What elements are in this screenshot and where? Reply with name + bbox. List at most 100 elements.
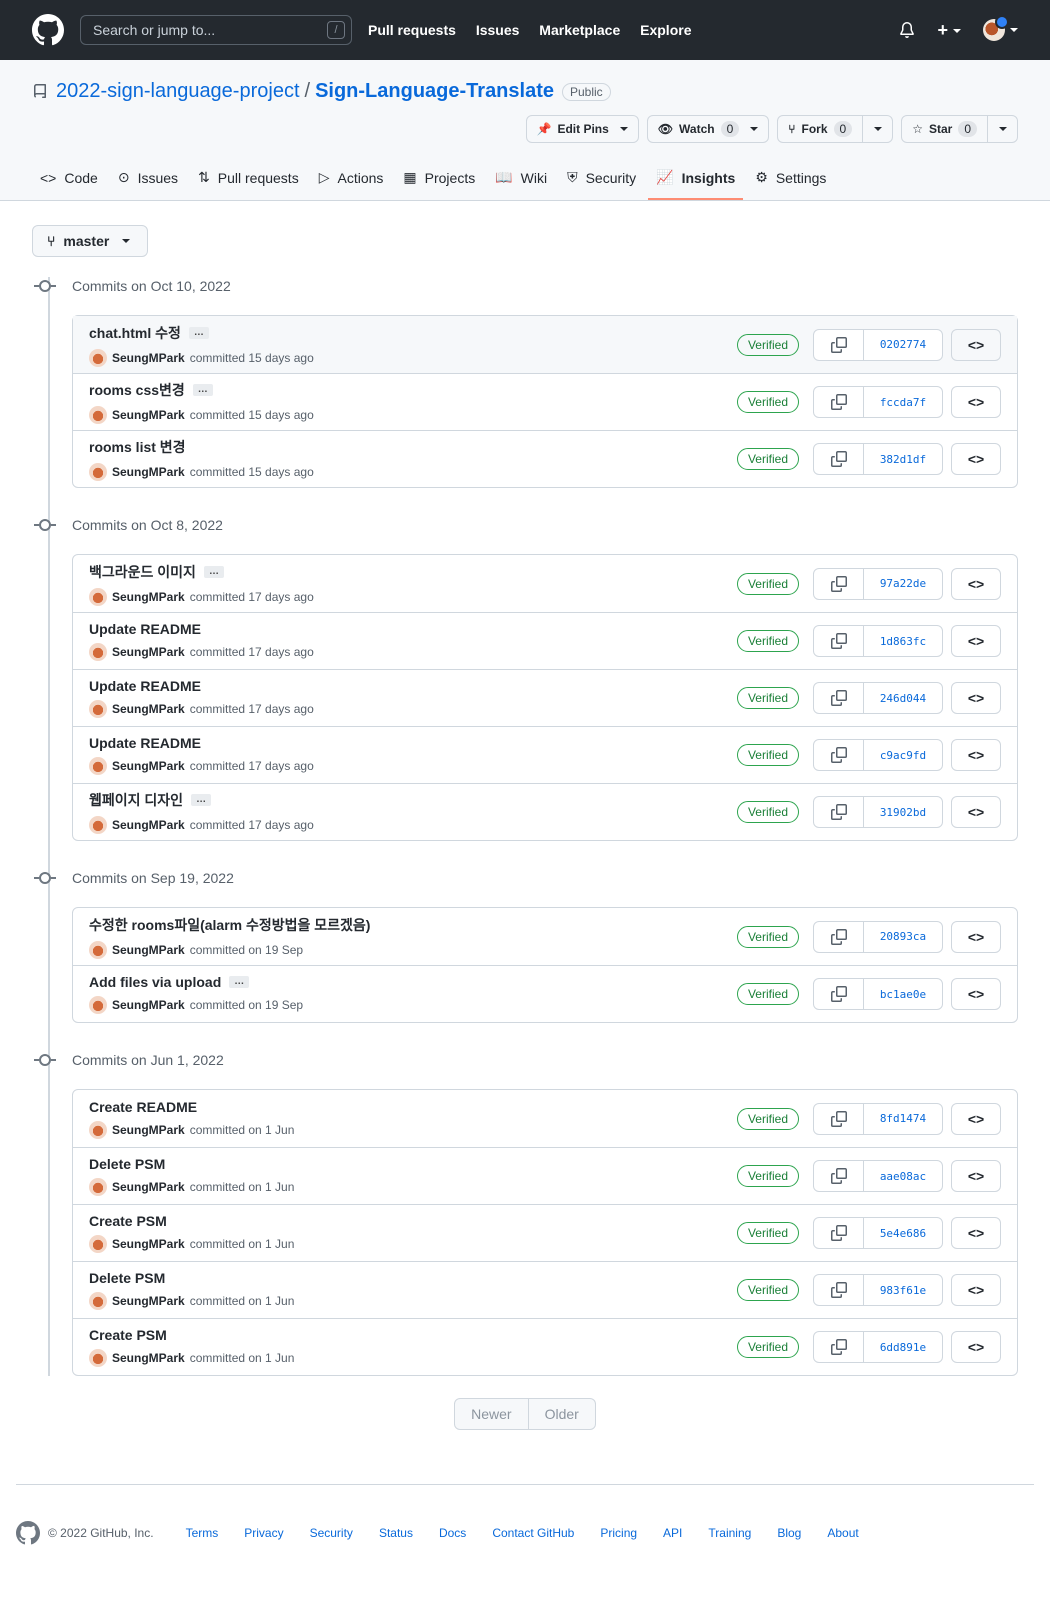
author-avatar[interactable] bbox=[89, 406, 107, 424]
commit-author-link[interactable]: SeungMPark bbox=[112, 1180, 185, 1194]
commit-message-link[interactable]: rooms css변경 bbox=[89, 380, 185, 400]
expand-message-button[interactable]: … bbox=[188, 326, 209, 339]
verified-badge[interactable]: Verified bbox=[736, 687, 799, 709]
commit-sha-link[interactable]: 382d1df bbox=[864, 444, 942, 474]
repo-owner-link[interactable]: 2022-sign-language-project bbox=[56, 80, 300, 103]
browse-repo-button[interactable]: <> bbox=[951, 739, 1001, 771]
tab-projects[interactable]: ▦ Projects bbox=[395, 161, 483, 200]
commit-author-link[interactable]: SeungMPark bbox=[112, 1351, 185, 1365]
commit-message-link[interactable]: rooms list 변경 bbox=[89, 437, 186, 457]
verified-badge[interactable]: Verified bbox=[736, 448, 799, 470]
author-avatar[interactable] bbox=[89, 463, 107, 481]
copy-sha-button[interactable] bbox=[814, 387, 864, 417]
verified-badge[interactable]: Verified bbox=[736, 925, 799, 948]
commit-sha-link[interactable]: 97a22de bbox=[864, 569, 942, 599]
commit-author-link[interactable]: SeungMPark bbox=[112, 351, 185, 365]
edit-pins-button[interactable]: 📌 Edit Pins bbox=[525, 115, 639, 143]
author-avatar[interactable] bbox=[89, 1292, 107, 1310]
browse-repo-button[interactable]: <> bbox=[951, 796, 1001, 828]
verified-badge[interactable]: Verified bbox=[736, 1165, 799, 1187]
footer-link-status[interactable]: Status bbox=[379, 1526, 413, 1540]
verified-badge[interactable]: Verified bbox=[736, 744, 799, 766]
commit-sha-link[interactable]: fccda7f bbox=[864, 387, 942, 417]
commit-message-link[interactable]: chat.html 수정 bbox=[89, 323, 181, 343]
browse-repo-button[interactable]: <> bbox=[951, 328, 1001, 361]
bell-icon[interactable] bbox=[899, 22, 915, 38]
commit-sha-link[interactable]: 20893ca bbox=[864, 922, 942, 952]
verified-badge[interactable]: Verified bbox=[736, 1279, 799, 1301]
footer-link-training[interactable]: Training bbox=[708, 1526, 751, 1540]
author-avatar[interactable] bbox=[89, 643, 107, 661]
commit-message-link[interactable]: Create README bbox=[89, 1099, 197, 1115]
verified-badge[interactable]: Verified bbox=[736, 333, 799, 356]
copy-sha-button[interactable] bbox=[814, 1332, 864, 1362]
verified-badge[interactable]: Verified bbox=[736, 1107, 799, 1130]
footer-link-contact-github[interactable]: Contact GitHub bbox=[492, 1526, 574, 1540]
commit-sha-link[interactable]: 8fd1474 bbox=[864, 1104, 942, 1134]
commit-message-link[interactable]: Create PSM bbox=[89, 1327, 167, 1343]
commit-author-link[interactable]: SeungMPark bbox=[112, 702, 185, 716]
copy-sha-button[interactable] bbox=[814, 683, 864, 713]
verified-badge[interactable]: Verified bbox=[736, 391, 799, 413]
verified-badge[interactable]: Verified bbox=[736, 1222, 799, 1244]
footer-link-about[interactable]: About bbox=[827, 1526, 858, 1540]
author-avatar[interactable] bbox=[89, 587, 107, 606]
nav-marketplace[interactable]: Marketplace bbox=[539, 22, 620, 38]
browse-repo-button[interactable]: <> bbox=[951, 625, 1001, 657]
expand-message-button[interactable]: … bbox=[191, 794, 212, 806]
older-button[interactable]: Older bbox=[528, 1398, 596, 1430]
footer-link-api[interactable]: API bbox=[663, 1526, 682, 1540]
commit-sha-link[interactable]: 1d863fc bbox=[864, 626, 942, 656]
verified-badge[interactable]: Verified bbox=[736, 983, 799, 1005]
expand-message-button[interactable]: … bbox=[229, 976, 250, 988]
tab-settings[interactable]: ⚙ Settings bbox=[747, 161, 834, 200]
browse-repo-button[interactable]: <> bbox=[951, 567, 1001, 600]
newer-button[interactable]: Newer bbox=[454, 1398, 529, 1430]
commit-message-link[interactable]: 웹페이지 디자인 bbox=[89, 790, 183, 810]
commit-author-link[interactable]: SeungMPark bbox=[112, 1123, 185, 1137]
commit-author-link[interactable]: SeungMPark bbox=[112, 590, 185, 604]
copy-sha-button[interactable] bbox=[814, 797, 864, 827]
tab-wiki[interactable]: 📖 Wiki bbox=[487, 161, 555, 200]
verified-badge[interactable]: Verified bbox=[736, 572, 799, 595]
author-avatar[interactable] bbox=[89, 996, 107, 1014]
author-avatar[interactable] bbox=[89, 700, 107, 718]
expand-message-button[interactable]: … bbox=[192, 384, 213, 396]
browse-repo-button[interactable]: <> bbox=[951, 978, 1001, 1010]
commit-message-link[interactable]: 수정한 rooms파일(alarm 수정방법을 모르겠음) bbox=[89, 915, 370, 935]
copy-sha-button[interactable] bbox=[814, 444, 864, 474]
commit-author-link[interactable]: SeungMPark bbox=[112, 645, 185, 659]
commit-sha-link[interactable]: bc1ae0e bbox=[864, 979, 942, 1009]
copy-sha-button[interactable] bbox=[814, 1218, 864, 1248]
fork-button[interactable]: ⑂ Fork 0 bbox=[777, 115, 894, 143]
copy-sha-button[interactable] bbox=[814, 568, 864, 599]
browse-repo-button[interactable]: <> bbox=[951, 920, 1001, 953]
browse-repo-button[interactable]: <> bbox=[951, 682, 1001, 714]
commit-author-link[interactable]: SeungMPark bbox=[112, 998, 185, 1012]
author-avatar[interactable] bbox=[89, 1178, 107, 1196]
commit-sha-link[interactable]: c9ac9fd bbox=[864, 740, 942, 770]
author-avatar[interactable] bbox=[89, 816, 107, 834]
nav-issues[interactable]: Issues bbox=[476, 22, 520, 38]
copy-sha-button[interactable] bbox=[814, 329, 864, 360]
footer-link-security[interactable]: Security bbox=[310, 1526, 353, 1540]
browse-repo-button[interactable]: <> bbox=[951, 1331, 1001, 1363]
commit-message-link[interactable]: Update README bbox=[89, 678, 201, 694]
tab-security[interactable]: ⛨ Security bbox=[559, 161, 644, 200]
author-avatar[interactable] bbox=[89, 1235, 107, 1253]
footer-link-terms[interactable]: Terms bbox=[186, 1526, 219, 1540]
verified-badge[interactable]: Verified bbox=[736, 801, 799, 823]
copy-sha-button[interactable] bbox=[814, 1275, 864, 1305]
verified-badge[interactable]: Verified bbox=[736, 630, 799, 652]
footer-link-pricing[interactable]: Pricing bbox=[600, 1526, 637, 1540]
browse-repo-button[interactable]: <> bbox=[951, 1102, 1001, 1135]
copy-sha-button[interactable] bbox=[814, 1161, 864, 1191]
commit-message-link[interactable]: Delete PSM bbox=[89, 1270, 165, 1286]
branch-select-button[interactable]: ⑂ master bbox=[32, 225, 148, 257]
github-logo-icon[interactable] bbox=[32, 14, 64, 46]
copy-sha-button[interactable] bbox=[814, 1103, 864, 1134]
commit-sha-link[interactable]: 0202774 bbox=[864, 330, 942, 360]
author-avatar[interactable] bbox=[89, 1349, 107, 1367]
tab-code[interactable]: <> Code bbox=[32, 161, 106, 200]
copy-sha-button[interactable] bbox=[814, 979, 864, 1009]
